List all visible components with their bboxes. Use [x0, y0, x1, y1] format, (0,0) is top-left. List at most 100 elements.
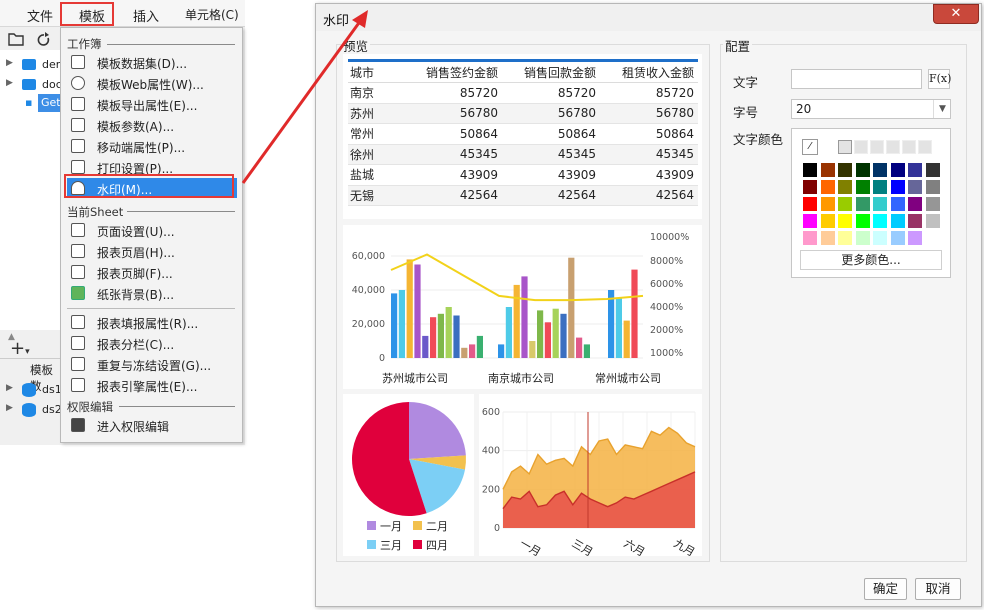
- color-swatch[interactable]: [854, 179, 871, 195]
- color-swatch[interactable]: [854, 213, 871, 229]
- color-swatch[interactable]: [837, 196, 853, 212]
- recent-color-swatch[interactable]: [902, 140, 916, 154]
- table-cell: 43909: [502, 164, 600, 186]
- expand-arrow-icon[interactable]: ▶: [6, 403, 13, 413]
- section-current-sheet: 当前Sheet: [67, 205, 124, 219]
- bar: [461, 347, 468, 358]
- menu-item-freeze[interactable]: 重复与冻结设置(G)...: [67, 354, 237, 374]
- menu-item-export-attr[interactable]: 模板导出属性(E)...: [67, 94, 237, 114]
- color-swatch[interactable]: [924, 213, 941, 229]
- eyedropper-icon[interactable]: ⁄: [802, 139, 818, 155]
- watermark-text-input[interactable]: [791, 69, 922, 89]
- pie-slice: [409, 402, 466, 459]
- menu-item-report-footer[interactable]: 报表页脚(F)...: [67, 262, 237, 282]
- add-dataset-icon[interactable]: +▾: [10, 338, 30, 359]
- color-swatch[interactable]: [872, 196, 888, 212]
- color-swatch[interactable]: [837, 230, 853, 246]
- recent-color-swatch[interactable]: [838, 140, 852, 154]
- table-row: 常州 50864 50864 50864: [348, 123, 698, 145]
- color-swatch[interactable]: [819, 196, 836, 212]
- color-swatch[interactable]: [889, 179, 906, 195]
- color-swatch[interactable]: [819, 230, 836, 246]
- menu-cell[interactable]: 单元格(C): [185, 6, 239, 23]
- dataset-item[interactable]: ▶ ds2: [0, 400, 62, 420]
- chevron-down-icon[interactable]: ▼: [933, 100, 951, 118]
- recent-color-swatch[interactable]: [854, 140, 868, 154]
- menu-item-permission-edit[interactable]: 进入权限编辑: [67, 415, 237, 435]
- color-swatch[interactable]: [819, 162, 836, 178]
- color-swatch[interactable]: [802, 213, 818, 229]
- color-swatch[interactable]: [802, 230, 818, 246]
- color-swatch[interactable]: [907, 162, 923, 178]
- color-swatch[interactable]: [872, 162, 888, 178]
- menu-item-page-setup[interactable]: 页面设置(U)...: [67, 220, 237, 240]
- menu-item-engine-attr[interactable]: 报表引擎属性(E)...: [67, 375, 237, 395]
- cancel-button[interactable]: 取消: [915, 578, 961, 600]
- legend-swatch: [413, 540, 422, 549]
- menu-file[interactable]: 文件: [27, 6, 53, 25]
- color-swatch[interactable]: [889, 213, 906, 229]
- color-swatch[interactable]: [802, 162, 818, 178]
- color-swatch[interactable]: [872, 213, 888, 229]
- y-tick-label: 600: [482, 407, 500, 418]
- color-swatch[interactable]: [802, 196, 818, 212]
- color-swatch[interactable]: [819, 213, 836, 229]
- header-icon: [71, 244, 85, 258]
- color-swatch[interactable]: [837, 213, 853, 229]
- divider: [0, 358, 60, 359]
- color-swatch[interactable]: [872, 230, 888, 246]
- menu-item-fill-attr[interactable]: 报表填报属性(R)...: [67, 312, 237, 332]
- color-swatch[interactable]: [854, 196, 871, 212]
- open-folder-icon[interactable]: [8, 33, 24, 46]
- color-swatch[interactable]: [907, 230, 923, 246]
- color-swatch[interactable]: [907, 213, 923, 229]
- color-swatch[interactable]: [854, 230, 871, 246]
- menu-item-paper-background[interactable]: 纸张背景(B)...: [67, 283, 237, 303]
- color-swatch[interactable]: [802, 179, 818, 195]
- bar: [568, 257, 575, 358]
- expand-arrow-icon[interactable]: ▶: [6, 58, 13, 68]
- color-swatch[interactable]: [924, 162, 941, 178]
- close-button[interactable]: ✕: [933, 4, 979, 24]
- color-swatch[interactable]: [854, 162, 871, 178]
- font-size-select[interactable]: 20 ▼: [791, 99, 951, 119]
- expand-arrow-icon[interactable]: ▶: [6, 78, 13, 88]
- more-colors-button[interactable]: 更多颜色...: [800, 250, 942, 270]
- color-swatch[interactable]: [872, 179, 888, 195]
- ok-button[interactable]: 确定: [864, 578, 907, 600]
- formula-button[interactable]: F(x): [928, 69, 951, 89]
- expand-arrow-icon[interactable]: ▶: [6, 383, 13, 393]
- x-tick-label: 六月: [622, 537, 648, 556]
- refresh-icon[interactable]: [37, 32, 50, 46]
- color-swatch[interactable]: [889, 162, 906, 178]
- color-swatch[interactable]: [837, 179, 853, 195]
- menu-item-dataset[interactable]: 模板数据集(D)...: [67, 52, 237, 72]
- tree-item[interactable]: ▶ doc: [0, 76, 60, 94]
- dialog-titlebar[interactable]: 水印 ✕: [316, 4, 981, 31]
- color-swatch[interactable]: [889, 230, 906, 246]
- color-swatch[interactable]: [907, 179, 923, 195]
- color-swatch[interactable]: [924, 179, 941, 195]
- database-icon: [22, 383, 36, 397]
- color-swatch[interactable]: [924, 196, 941, 212]
- menu-item-report-header[interactable]: 报表页眉(H)...: [67, 241, 237, 261]
- color-swatch[interactable]: [819, 179, 836, 195]
- color-swatch[interactable]: [837, 162, 853, 178]
- dataset-item[interactable]: ▶ ds1: [0, 380, 62, 400]
- menu-item-mobile-attr[interactable]: 移动端属性(P)...: [67, 136, 237, 156]
- menu-item-web-attr[interactable]: 模板Web属性(W)...: [67, 73, 237, 93]
- tree-item-selected[interactable]: Get: [38, 94, 60, 112]
- menu-insert[interactable]: 插入: [133, 6, 159, 25]
- color-swatch[interactable]: [924, 230, 941, 246]
- recent-color-swatch[interactable]: [886, 140, 900, 154]
- color-swatch[interactable]: [907, 196, 923, 212]
- color-swatch[interactable]: [889, 196, 906, 212]
- tree-item[interactable]: ▶dem: [0, 56, 60, 74]
- menu-item-parameters[interactable]: 模板参数(A)...: [67, 115, 237, 135]
- category-label: 苏州城市公司: [382, 371, 448, 385]
- bar: [537, 310, 544, 358]
- recent-color-swatch[interactable]: [918, 140, 932, 154]
- column-header: 销售回款金额: [502, 59, 600, 83]
- menu-item-columns[interactable]: 报表分栏(C)...: [67, 333, 237, 353]
- recent-color-swatch[interactable]: [870, 140, 884, 154]
